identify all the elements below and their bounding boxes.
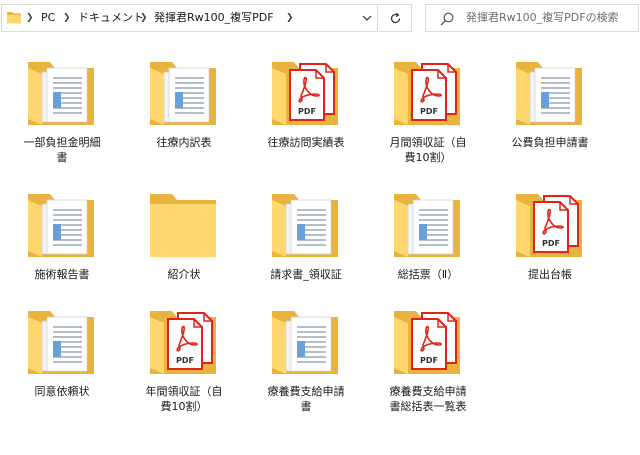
search-icon <box>440 12 454 26</box>
chevron-right-icon[interactable]: ❯ <box>286 10 294 26</box>
folder-label: 同意依頼状 <box>34 385 90 398</box>
folder-documents-icon <box>394 194 460 257</box>
svg-text:PDF: PDF <box>298 107 316 116</box>
folder-item[interactable]: 同意依頼状 <box>10 305 114 425</box>
folder-label: 公費負担申請書 <box>511 136 589 149</box>
address-bar[interactable]: ❯ PC ❯ ドキュメント ❯ 発揮君Rw100_複写PDF ❯ <box>1 4 378 32</box>
folder-pdf-icon: PDF <box>516 194 582 257</box>
folder-pdf-icon: PDF <box>150 311 216 374</box>
svg-text:PDF: PDF <box>420 356 438 365</box>
folder-pdf-icon: PDF <box>394 311 460 374</box>
folder-icon <box>150 194 216 257</box>
address-dropdown-button[interactable] <box>359 9 375 27</box>
search-placeholder: 発揮君Rw100_複写PDFの検索 <box>466 11 619 24</box>
folder-label: 往療内訳表 <box>156 136 212 149</box>
folder-documents-icon <box>28 194 94 257</box>
svg-text:PDF: PDF <box>176 356 194 365</box>
folder-label: 療養費支給申請 書 <box>267 385 345 413</box>
folder-pdf-icon: PDF <box>272 62 338 125</box>
breadcrumb-pc[interactable]: PC <box>41 10 55 26</box>
folder-item[interactable]: 施術報告書 <box>10 188 114 308</box>
folder-item[interactable]: 請求書_領収証 <box>254 188 358 308</box>
folder-item[interactable]: PDF 療養費支給申請 書総括表一覧表 <box>376 305 480 425</box>
breadcrumb-documents[interactable]: ドキュメント <box>78 10 144 26</box>
folder-label: 月間領収証（自 費10割） <box>389 136 467 164</box>
search-box[interactable]: 発揮君Rw100_複写PDFの検索 <box>425 4 639 32</box>
folder-icon <box>7 12 21 24</box>
folder-documents-icon <box>150 62 216 125</box>
chevron-right-icon: ❯ <box>26 13 34 23</box>
folder-label: 総括票（Ⅱ） <box>397 268 459 281</box>
folder-item[interactable]: PDF 往療訪問実績表 <box>254 56 358 176</box>
folder-pdf-icon: PDF <box>394 62 460 125</box>
folder-label: 年間領収証（自 費10割） <box>145 385 223 413</box>
chevron-down-icon <box>362 15 372 21</box>
refresh-button[interactable] <box>379 4 412 32</box>
svg-text:PDF: PDF <box>420 107 438 116</box>
folder-label: 施術報告書 <box>34 268 90 281</box>
folder-label: 提出台帳 <box>528 268 572 281</box>
folder-item[interactable]: 往療内訳表 <box>132 56 236 176</box>
folder-documents-icon <box>28 311 94 374</box>
folder-item[interactable]: 療養費支給申請 書 <box>254 305 358 425</box>
folder-label: 往療訪問実績表 <box>267 136 345 149</box>
folder-item[interactable]: PDF 月間領収証（自 費10割） <box>376 56 480 176</box>
folder-label: 一部負担金明細 書 <box>23 136 101 164</box>
folder-item[interactable]: 公費負担申請書 <box>498 56 602 176</box>
explorer-toolbar: ❯ PC ❯ ドキュメント ❯ 発揮君Rw100_複写PDF ❯ 発揮君Rw10… <box>0 0 640 38</box>
folder-label: 請求書_領収証 <box>270 268 342 281</box>
folder-documents-icon <box>272 194 338 257</box>
folder-documents-icon <box>516 62 582 125</box>
folder-item[interactable]: 紹介状 <box>132 188 236 308</box>
file-view: 一部負担金明細 書 往療内訳表 PDF 往療訪問実績表 PDF 月間領収証（自 … <box>0 38 640 455</box>
folder-label: 紹介状 <box>167 268 201 281</box>
breadcrumb-current-folder[interactable]: 発揮君Rw100_複写PDF <box>154 10 274 26</box>
folder-item[interactable]: 一部負担金明細 書 <box>10 56 114 176</box>
folder-item[interactable]: PDF 提出台帳 <box>498 188 602 308</box>
folder-documents-icon <box>272 311 338 374</box>
refresh-icon <box>390 12 400 23</box>
folder-item[interactable]: 総括票（Ⅱ） <box>376 188 480 308</box>
chevron-right-icon[interactable]: ❯ <box>63 10 71 26</box>
folder-documents-icon <box>28 62 94 125</box>
folder-label: 療養費支給申請 書総括表一覧表 <box>389 385 467 413</box>
svg-text:PDF: PDF <box>542 239 560 248</box>
folder-item[interactable]: PDF 年間領収証（自 費10割） <box>132 305 236 425</box>
chevron-right-icon[interactable]: ❯ <box>140 10 148 26</box>
